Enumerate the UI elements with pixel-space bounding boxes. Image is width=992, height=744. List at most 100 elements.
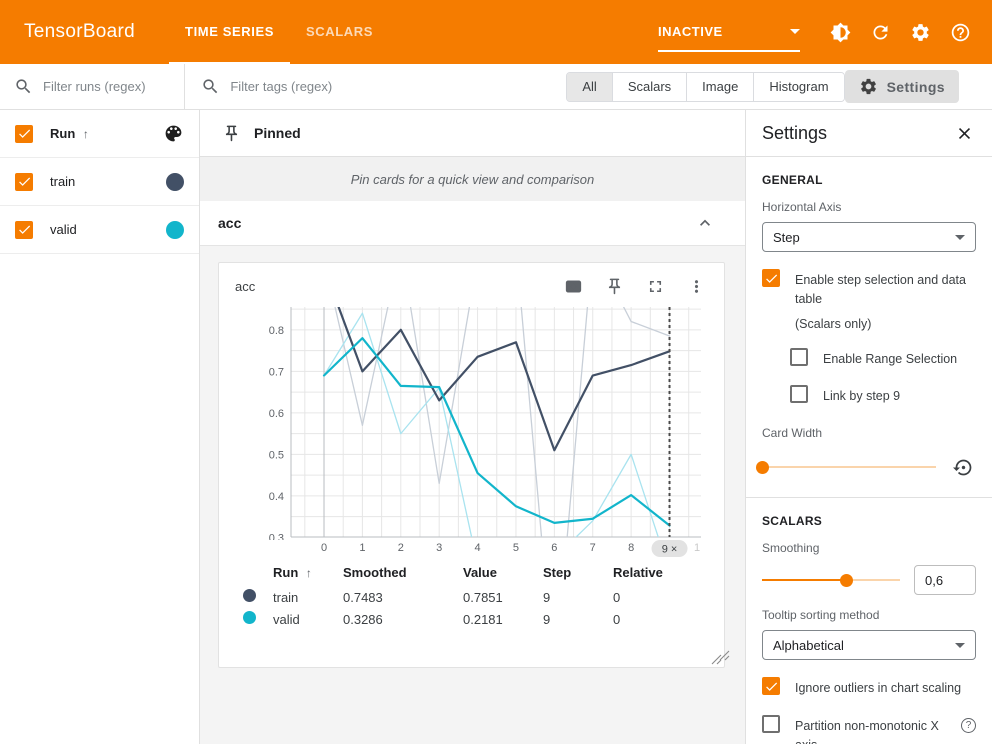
gear-icon [910, 22, 931, 43]
range-selection-checkbox[interactable] [790, 348, 808, 366]
run-color-swatch [166, 221, 184, 239]
run-train-checkbox[interactable] [15, 173, 33, 191]
svg-text:1: 1 [359, 542, 365, 554]
cell-relative: 0 [613, 608, 693, 630]
chevron-up-icon[interactable] [695, 213, 715, 233]
cell-run: valid [273, 608, 343, 630]
svg-text:0.8: 0.8 [269, 325, 284, 337]
partition-x-checkbox[interactable] [762, 715, 780, 733]
step-data-table: Run ↑ Smoothed Value Step Relative train… [243, 561, 693, 630]
chevron-down-icon [790, 29, 800, 34]
chevron-down-icon [955, 235, 965, 240]
slider-thumb[interactable] [756, 461, 769, 474]
table-header-row: Run ↑ Smoothed Value Step Relative [243, 561, 693, 586]
horizontal-axis-dropdown[interactable]: Step [762, 222, 976, 252]
svg-text:2: 2 [398, 542, 404, 554]
card-width-label: Card Width [762, 426, 976, 440]
col-header-step[interactable]: Step [543, 561, 613, 586]
card-menu-button[interactable] [684, 274, 708, 298]
cell-smoothed: 0.7483 [343, 586, 463, 608]
svg-text:0.4: 0.4 [269, 491, 284, 503]
scalars-only-note: (Scalars only) [795, 317, 976, 331]
tags-filter-bar: All Scalars Image Histogram Settings [185, 64, 992, 109]
tooltip-sort-label: Tooltip sorting method [762, 608, 976, 622]
partition-x-row: Partition non-monotonic X axis ? [762, 715, 976, 744]
reset-card-width-button[interactable] [950, 454, 976, 480]
app-logo: TensorBoard [24, 0, 135, 64]
card-width-slider[interactable] [762, 460, 936, 474]
select-all-runs-checkbox[interactable] [15, 125, 33, 143]
resize-handle-icon[interactable] [711, 652, 722, 663]
col-header-value[interactable]: Value [463, 561, 543, 586]
link-by-step-row: Link by step 9 [790, 385, 976, 406]
checkmark-icon [17, 222, 32, 237]
help-button[interactable] [940, 12, 980, 52]
run-label: train [50, 174, 75, 189]
sort-arrow-icon: ↑ [306, 566, 312, 580]
col-header-smoothed[interactable]: Smoothed [343, 561, 463, 586]
filter-button-image[interactable]: Image [686, 73, 753, 101]
cards-area: acc [200, 246, 745, 744]
run-selector-value: INACTIVE [658, 24, 723, 39]
settings-gear-button[interactable] [900, 12, 940, 52]
sort-arrow-icon[interactable]: ↑ [83, 127, 89, 141]
open-settings-button[interactable]: Settings [845, 70, 959, 103]
header-actions: INACTIVE [658, 0, 992, 64]
runs-filter-bar [0, 64, 185, 109]
fullscreen-button[interactable] [643, 274, 667, 298]
scalar-line-chart[interactable]: 0.30.40.50.60.70.801234567819 × [235, 299, 710, 557]
pinned-empty-message: Pin cards for a quick view and compariso… [200, 157, 745, 201]
card-title: acc [235, 279, 255, 294]
smoothing-input[interactable] [914, 565, 976, 595]
col-header-run[interactable]: Run ↑ [273, 561, 343, 586]
horizontal-axis-label: Horizontal Axis [762, 200, 976, 214]
tab-time-series[interactable]: TIME SERIES [169, 0, 290, 64]
run-selector-dropdown[interactable]: INACTIVE [658, 12, 800, 52]
run-row-valid: valid [0, 206, 199, 254]
step-selection-checkbox[interactable] [762, 269, 780, 287]
svg-text:7: 7 [590, 542, 596, 554]
theme-toggle-button[interactable] [820, 12, 860, 52]
cell-smoothed: 0.3286 [343, 608, 463, 630]
svg-text:5: 5 [513, 542, 519, 554]
run-row-train: train [0, 158, 199, 206]
pinned-label: Pinned [254, 125, 301, 141]
refresh-icon [870, 22, 891, 43]
app-header: TensorBoard TIME SERIES SCALARS INACTIVE [0, 0, 992, 64]
run-color-swatch [243, 611, 256, 624]
cell-step: 9 [543, 608, 613, 630]
section-header-acc[interactable]: acc [200, 201, 745, 246]
filter-runs-input[interactable] [43, 79, 163, 94]
ignore-outliers-checkbox[interactable] [762, 677, 780, 695]
link-by-step-checkbox[interactable] [790, 385, 808, 403]
smoothing-label: Smoothing [762, 541, 976, 555]
pinned-section-header: Pinned [200, 110, 745, 157]
filter-button-all[interactable]: All [567, 73, 611, 101]
slider-thumb[interactable] [840, 574, 853, 587]
pin-icon [605, 277, 624, 296]
pin-card-button[interactable] [602, 274, 626, 298]
settings-panel: Settings GENERAL Horizontal Axis Step En… [745, 110, 992, 744]
top-tabs: TIME SERIES SCALARS [169, 0, 389, 64]
close-settings-button[interactable] [952, 121, 976, 145]
settings-panel-header: Settings [746, 110, 992, 157]
chevron-down-icon [955, 643, 965, 648]
filter-tags-input[interactable] [230, 79, 470, 94]
smoothing-slider[interactable] [762, 573, 900, 587]
filter-button-histogram[interactable]: Histogram [753, 73, 843, 101]
refresh-button[interactable] [860, 12, 900, 52]
tooltip-sort-dropdown[interactable]: Alphabetical [762, 630, 976, 660]
col-header-relative[interactable]: Relative [613, 561, 693, 586]
table-row: train 0.7483 0.7851 9 0 [243, 586, 693, 608]
fullscreen-icon [646, 277, 665, 296]
help-outline-icon[interactable]: ? [961, 718, 976, 733]
filter-button-scalars[interactable]: Scalars [612, 73, 686, 101]
palette-icon[interactable] [163, 123, 184, 144]
run-valid-checkbox[interactable] [15, 221, 33, 239]
fit-to-domain-button[interactable] [561, 274, 585, 298]
general-section-heading: GENERAL [762, 173, 976, 187]
range-selection-row: Enable Range Selection [790, 348, 976, 369]
svg-text:8: 8 [628, 542, 634, 554]
tab-scalars[interactable]: SCALARS [290, 0, 389, 64]
card-header: acc [235, 273, 708, 299]
